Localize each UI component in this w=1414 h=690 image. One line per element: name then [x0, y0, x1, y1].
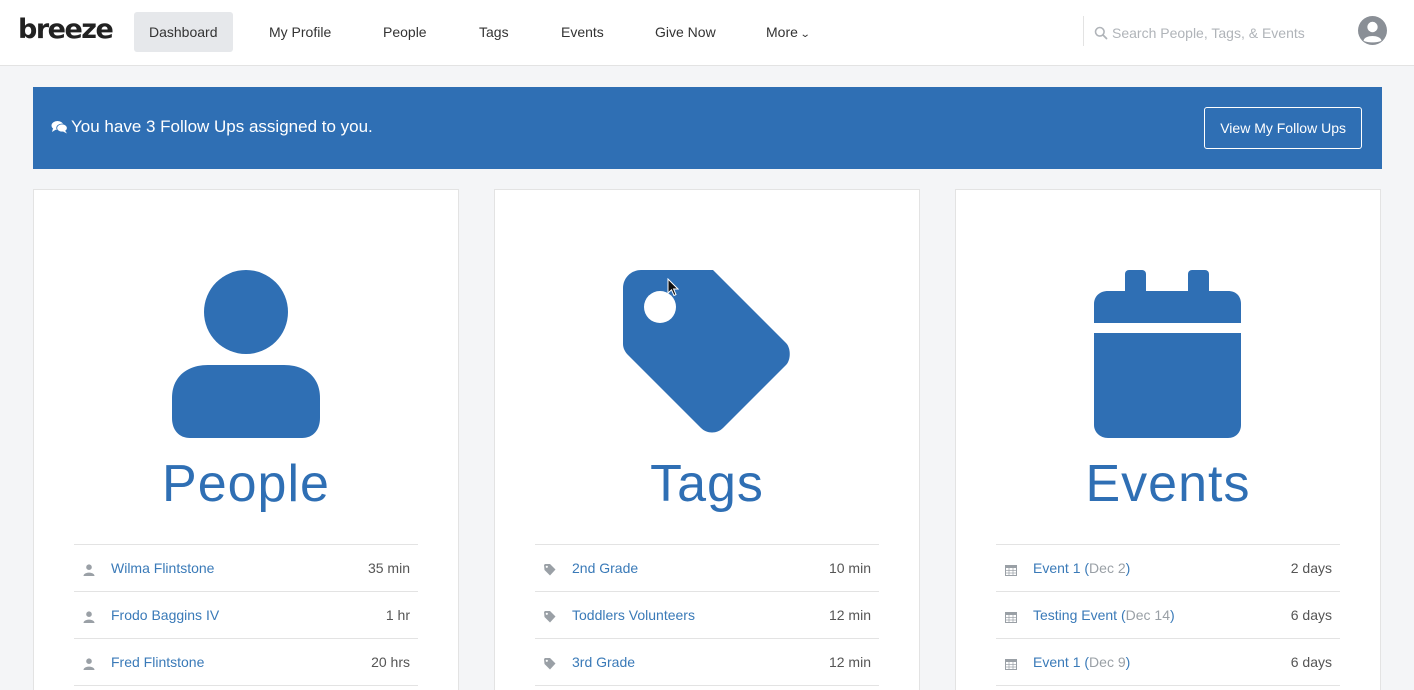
row-time: 10 min — [828, 560, 871, 576]
row-time: 35 min — [367, 560, 410, 576]
list-item: Fred Flintstone 20 hrs — [74, 639, 418, 686]
event-link[interactable]: Event 1 (Dec 9) — [1033, 654, 1130, 670]
row-time: 20 hrs — [371, 654, 410, 670]
events-card-icon-wrap[interactable] — [956, 270, 1380, 438]
people-card-title[interactable]: People — [34, 454, 458, 514]
row-time: 12 min — [828, 607, 871, 623]
search-icon — [1094, 26, 1108, 40]
tags-card: Tags 2nd Grade 10 min Toddlers Volunteer… — [494, 189, 920, 690]
nav-people[interactable]: People — [368, 12, 442, 52]
list-item: 3rd Grade 12 min — [535, 639, 879, 686]
nav-events[interactable]: Events — [546, 12, 619, 52]
tag-link[interactable]: 2nd Grade — [572, 560, 638, 576]
row-time: 2 days — [1290, 560, 1332, 576]
tag-link[interactable]: 3rd Grade — [572, 654, 635, 670]
calendar-icon — [1005, 564, 1017, 576]
row-time: 1 hr — [385, 607, 410, 623]
people-list: Wilma Flintstone 35 min Frodo Baggins IV… — [74, 544, 418, 686]
calendar-icon — [1094, 270, 1241, 438]
event-link[interactable]: Event 1 (Dec 2) — [1033, 560, 1130, 576]
tags-list: 2nd Grade 10 min Toddlers Volunteers 12 … — [535, 544, 879, 686]
event-date: Dec 2 — [1089, 560, 1126, 576]
event-link[interactable]: Testing Event (Dec 14) — [1033, 607, 1175, 623]
search-box[interactable] — [1094, 22, 1334, 44]
comments-icon — [51, 121, 68, 134]
tag-icon — [544, 563, 556, 575]
calendar-icon — [1005, 658, 1017, 670]
events-list: Event 1 (Dec 2) 2 days Testing Event (De… — [996, 544, 1340, 686]
tag-icon — [623, 270, 790, 433]
banner-message: You have 3 Follow Ups assigned to you. — [71, 117, 373, 136]
nav-tags[interactable]: Tags — [464, 12, 524, 52]
person-link[interactable]: Frodo Baggins IV — [111, 607, 219, 623]
event-date: Dec 9 — [1089, 654, 1126, 670]
people-card-icon-wrap[interactable] — [34, 270, 458, 438]
breeze-logo[interactable]: breeze — [18, 14, 114, 45]
nav-divider — [1083, 16, 1084, 46]
tags-card-icon-wrap[interactable] — [495, 270, 919, 440]
person-icon — [83, 610, 95, 623]
tag-link[interactable]: Toddlers Volunteers — [572, 607, 695, 623]
event-name: Testing Event — [1033, 607, 1118, 623]
view-follow-ups-button[interactable]: View My Follow Ups — [1204, 107, 1362, 149]
person-icon — [83, 563, 95, 576]
tags-card-title[interactable]: Tags — [495, 454, 919, 514]
list-item: 2nd Grade 10 min — [535, 545, 879, 592]
follow-up-banner: You have 3 Follow Ups assigned to you. V… — [33, 87, 1382, 169]
people-card: People Wilma Flintstone 35 min Frodo Bag… — [33, 189, 459, 690]
list-item: Testing Event (Dec 14) 6 days — [996, 592, 1340, 639]
row-time: 6 days — [1290, 607, 1332, 623]
list-item: Wilma Flintstone 35 min — [74, 545, 418, 592]
event-name: Event 1 — [1033, 560, 1081, 576]
search-input[interactable] — [1112, 25, 1332, 41]
banner-message-wrap: You have 3 Follow Ups assigned to you. — [51, 117, 373, 137]
nav-give-now[interactable]: Give Now — [640, 12, 731, 52]
person-link[interactable]: Fred Flintstone — [111, 654, 204, 670]
nav-more[interactable]: More ⌄ — [751, 12, 824, 52]
user-avatar-icon[interactable] — [1357, 15, 1388, 46]
list-item: Toddlers Volunteers 12 min — [535, 592, 879, 639]
event-date: Dec 14 — [1125, 607, 1170, 623]
top-nav: breeze Dashboard My Profile People Tags … — [0, 0, 1414, 66]
chevron-down-icon: ⌄ — [799, 29, 811, 40]
list-item: Frodo Baggins IV 1 hr — [74, 592, 418, 639]
tag-icon — [544, 610, 556, 622]
mouse-cursor-icon — [667, 278, 679, 297]
nav-my-profile[interactable]: My Profile — [254, 12, 346, 52]
nav-dashboard[interactable]: Dashboard — [134, 12, 233, 52]
event-name: Event 1 — [1033, 654, 1081, 670]
events-card: Events Event 1 (Dec 2) 2 days Testing Ev… — [955, 189, 1381, 690]
calendar-icon — [1005, 611, 1017, 623]
person-icon — [83, 657, 95, 670]
row-time: 12 min — [828, 654, 871, 670]
row-time: 6 days — [1290, 654, 1332, 670]
person-icon — [172, 270, 320, 438]
list-item: Event 1 (Dec 2) 2 days — [996, 545, 1340, 592]
events-card-title[interactable]: Events — [956, 454, 1380, 514]
tag-icon — [544, 657, 556, 669]
person-link[interactable]: Wilma Flintstone — [111, 560, 214, 576]
list-item: Event 1 (Dec 9) 6 days — [996, 639, 1340, 686]
nav-more-label: More — [766, 24, 798, 40]
